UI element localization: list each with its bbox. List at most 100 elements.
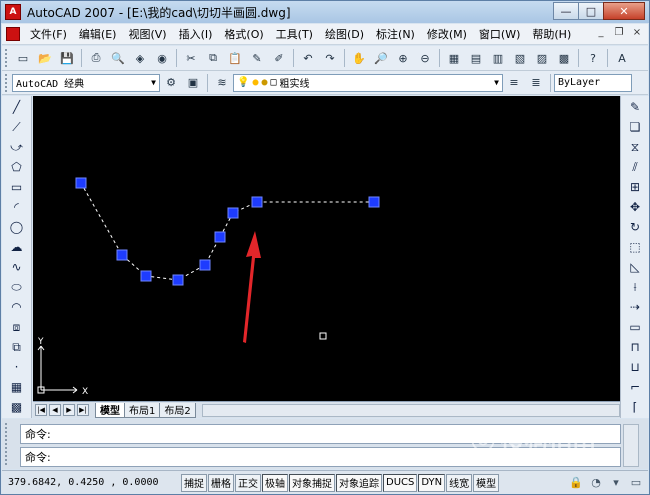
- grip[interactable]: [172, 274, 184, 286]
- menu-tools[interactable]: 工具(T): [270, 26, 319, 42]
- properties-icon[interactable]: ▦: [445, 49, 463, 67]
- spline-icon[interactable]: ∿: [7, 258, 27, 276]
- toolbar-grip[interactable]: [5, 73, 9, 92]
- mirror-icon[interactable]: ⧖: [625, 138, 645, 156]
- tab-layout2[interactable]: 布局2: [159, 402, 196, 418]
- menu-format[interactable]: 格式(O): [218, 26, 269, 42]
- menu-dimension[interactable]: 标注(N): [370, 26, 421, 42]
- join-icon[interactable]: ⊔: [625, 358, 645, 376]
- otrack-toggle[interactable]: 对象追踪: [336, 473, 382, 492]
- model-toggle[interactable]: 模型: [473, 473, 500, 492]
- erase-icon[interactable]: ✎: [625, 98, 645, 116]
- redo-icon[interactable]: ↷: [321, 49, 339, 67]
- first-tab-button[interactable]: |◀: [35, 404, 47, 416]
- ducs-toggle[interactable]: DUCS: [383, 473, 418, 492]
- maximize-button[interactable]: □: [578, 2, 604, 20]
- zoom-previous-icon[interactable]: ⊖: [416, 49, 434, 67]
- zoom-realtime-icon[interactable]: 🔎: [372, 49, 390, 67]
- menu-draw[interactable]: 绘图(D): [319, 26, 370, 42]
- cut-icon[interactable]: ✂: [182, 49, 200, 67]
- make-current-layer-icon[interactable]: ≡: [505, 74, 523, 92]
- selected-polyline[interactable]: [80, 182, 374, 281]
- paste-icon[interactable]: 📋: [226, 49, 244, 67]
- array-icon[interactable]: ⊞: [625, 178, 645, 196]
- minimize-button[interactable]: —: [553, 2, 579, 20]
- last-tab-button[interactable]: ▶|: [77, 404, 89, 416]
- ellipse-icon[interactable]: ⬭: [7, 278, 27, 296]
- color-select[interactable]: ByLayer: [554, 73, 632, 92]
- 3d-dwf-icon[interactable]: ◉: [153, 49, 171, 67]
- layer-select[interactable]: 💡 ● ● □ 粗实线 ▼: [233, 73, 503, 92]
- grip[interactable]: [140, 270, 152, 282]
- rotate-icon[interactable]: ↻: [625, 218, 645, 236]
- save-workspace-icon[interactable]: ▣: [184, 74, 202, 92]
- grip[interactable]: [199, 259, 211, 271]
- lock-icon[interactable]: 🔒: [568, 474, 584, 490]
- offset-icon[interactable]: ⫽: [625, 158, 645, 176]
- publish-icon[interactable]: ◈: [131, 49, 149, 67]
- design-center-icon[interactable]: ▤: [467, 49, 485, 67]
- command-window-grip[interactable]: [5, 423, 15, 465]
- menu-edit[interactable]: 编辑(E): [73, 26, 123, 42]
- tray-settings-icon[interactable]: ▾: [608, 474, 624, 490]
- menu-insert[interactable]: 插入(I): [173, 26, 219, 42]
- polygon-icon[interactable]: ⬠: [7, 158, 27, 176]
- gradient-icon[interactable]: ▩: [7, 398, 27, 416]
- tab-model[interactable]: 模型: [95, 402, 125, 418]
- clean-screen-icon[interactable]: ▭: [628, 474, 644, 490]
- tool-palettes-icon[interactable]: ▥: [489, 49, 507, 67]
- scale-icon[interactable]: ⬚: [625, 238, 645, 256]
- title-bar[interactable]: A AutoCAD 2007 - [E:\我的cad\切切半画圆.dwg] — …: [1, 1, 649, 23]
- point-icon[interactable]: ·: [7, 358, 27, 376]
- print-icon[interactable]: ⎙: [87, 49, 105, 67]
- prev-tab-button[interactable]: ◀: [49, 404, 61, 416]
- next-tab-button[interactable]: ▶: [63, 404, 75, 416]
- circle-icon[interactable]: ◯: [7, 218, 27, 236]
- menu-window[interactable]: 窗口(W): [473, 26, 526, 42]
- extend-icon[interactable]: ⇢: [625, 298, 645, 316]
- save-icon[interactable]: 💾: [58, 49, 76, 67]
- polar-toggle[interactable]: 极轴: [262, 473, 288, 492]
- help-icon[interactable]: ?: [584, 49, 602, 67]
- copy-icon[interactable]: ⧉: [204, 49, 222, 67]
- open-file-icon[interactable]: 📂: [36, 49, 54, 67]
- document-icon[interactable]: [6, 27, 20, 41]
- workspace-settings-icon[interactable]: ⚙: [162, 74, 180, 92]
- zoom-window-icon[interactable]: ⊕: [394, 49, 412, 67]
- lineweight-toggle[interactable]: 线宽: [446, 473, 473, 492]
- coordinate-readout[interactable]: 379.6842, 0.4250 , 0.0000: [8, 474, 180, 492]
- grip[interactable]: [116, 249, 128, 261]
- menu-file[interactable]: 文件(F): [24, 26, 73, 42]
- print-preview-icon[interactable]: 🔍: [109, 49, 127, 67]
- communication-center-icon[interactable]: ◔: [588, 474, 604, 490]
- calculator-icon[interactable]: ▩: [555, 49, 573, 67]
- doc-close-button[interactable]: ×: [630, 27, 644, 38]
- arc-icon[interactable]: ◜: [7, 198, 27, 216]
- layer-previous-icon[interactable]: ≣: [527, 74, 545, 92]
- move-icon[interactable]: ✥: [625, 198, 645, 216]
- drawing-canvas[interactable]: Y X: [33, 96, 620, 401]
- grip[interactable]: [75, 177, 87, 189]
- revision-cloud-icon[interactable]: ☁: [7, 238, 27, 256]
- dyn-toggle[interactable]: DYN: [418, 473, 446, 492]
- text-style-icon[interactable]: A: [613, 49, 631, 67]
- menu-help[interactable]: 帮助(H): [526, 26, 577, 42]
- tab-layout1[interactable]: 布局1: [124, 402, 161, 418]
- copy-object-icon[interactable]: ❏: [625, 118, 645, 136]
- new-file-icon[interactable]: ▭: [14, 49, 32, 67]
- match-properties-icon[interactable]: ✎: [248, 49, 266, 67]
- layer-manager-icon[interactable]: ≋: [213, 74, 231, 92]
- ortho-toggle[interactable]: 正交: [235, 473, 261, 492]
- hatch-icon[interactable]: ▦: [7, 378, 27, 396]
- undo-icon[interactable]: ↶: [299, 49, 317, 67]
- markup-icon[interactable]: ▨: [533, 49, 551, 67]
- toolbar-grip[interactable]: [5, 49, 9, 67]
- autocad-app-icon[interactable]: A: [5, 4, 21, 20]
- pan-icon[interactable]: ✋: [350, 49, 368, 67]
- menu-view[interactable]: 视图(V): [122, 26, 172, 42]
- grip[interactable]: [227, 207, 239, 219]
- polyline-icon[interactable]: ⤻: [7, 138, 27, 156]
- block-editor-icon[interactable]: ✐: [270, 49, 288, 67]
- osnap-toggle[interactable]: 对象捕捉: [289, 473, 335, 492]
- workspace-select[interactable]: AutoCAD 经典 ▼: [12, 73, 160, 92]
